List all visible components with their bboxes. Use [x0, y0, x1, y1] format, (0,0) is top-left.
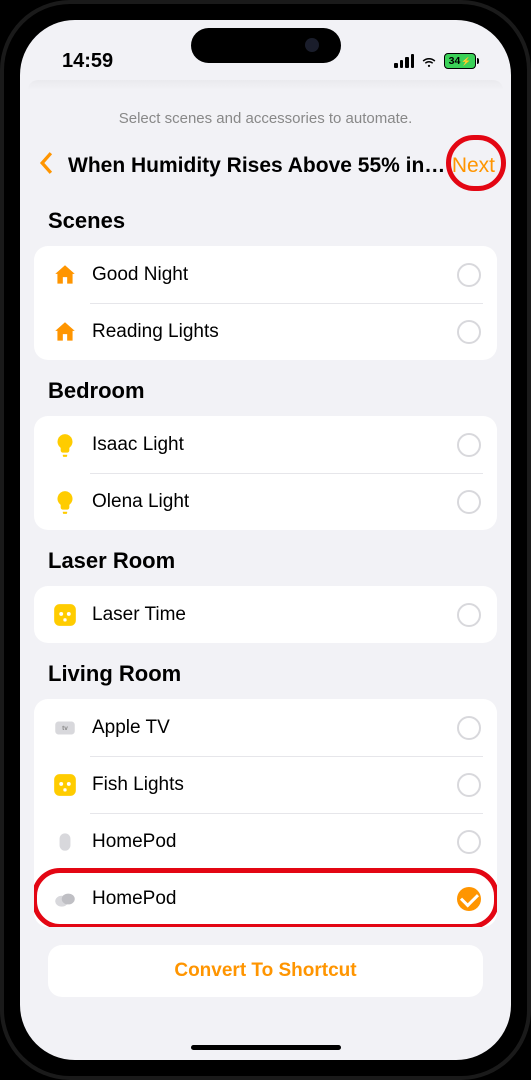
- house-icon: [50, 260, 80, 290]
- row-label: HomePod: [92, 888, 457, 910]
- radio-unselected[interactable]: [457, 830, 481, 854]
- living-homepod-1[interactable]: HomePod: [34, 813, 497, 870]
- radio-unselected[interactable]: [457, 433, 481, 457]
- radio-selected[interactable]: [457, 887, 481, 911]
- outlet-icon: [50, 770, 80, 800]
- wifi-icon: [420, 52, 438, 70]
- sheet-grab: [28, 80, 503, 90]
- notch: [191, 28, 341, 63]
- back-button[interactable]: [30, 151, 62, 180]
- row-label: Laser Time: [92, 604, 457, 626]
- home-indicator: [191, 1045, 341, 1050]
- next-button[interactable]: Next: [452, 154, 499, 178]
- radio-unselected[interactable]: [457, 716, 481, 740]
- battery-icon: 34⚡: [444, 53, 479, 69]
- content: Scenes Good Night Reading Lights: [20, 190, 511, 1015]
- living-homepod-2[interactable]: HomePod: [34, 870, 497, 927]
- bulb-icon: [50, 430, 80, 460]
- outlet-icon: [50, 600, 80, 630]
- convert-wrap: Convert To Shortcut: [34, 927, 497, 1015]
- bedroom-isaac-light[interactable]: Isaac Light: [34, 416, 497, 473]
- radio-unselected[interactable]: [457, 773, 481, 797]
- section-title-bedroom: Bedroom: [34, 360, 497, 416]
- status-time: 14:59: [62, 50, 113, 73]
- nav-title: When Humidity Rises Above 55% in Li..: [62, 154, 452, 178]
- section-title-scenes: Scenes: [34, 190, 497, 246]
- apple-tv-icon: tv: [50, 713, 80, 743]
- radio-unselected[interactable]: [457, 490, 481, 514]
- phone-frame: 14:59 34⚡ Select scenes and accessories …: [0, 0, 531, 1080]
- convert-to-shortcut-button[interactable]: Convert To Shortcut: [48, 945, 483, 997]
- row-label: Fish Lights: [92, 774, 457, 796]
- cellular-icon: [394, 54, 414, 68]
- living-fish-lights[interactable]: Fish Lights: [34, 756, 497, 813]
- section-title-living: Living Room: [34, 643, 497, 699]
- scenes-card: Good Night Reading Lights: [34, 246, 497, 360]
- bulb-icon: [50, 487, 80, 517]
- subtitle: Select scenes and accessories to automat…: [20, 90, 511, 143]
- laser-time[interactable]: Laser Time: [34, 586, 497, 643]
- row-label: Isaac Light: [92, 434, 457, 456]
- radio-unselected[interactable]: [457, 320, 481, 344]
- bedroom-card: Isaac Light Olena Light: [34, 416, 497, 530]
- homepod-icon: [50, 827, 80, 857]
- homepod-mini-icon: [50, 884, 80, 914]
- living-apple-tv[interactable]: tv Apple TV: [34, 699, 497, 756]
- nav-bar: When Humidity Rises Above 55% in Li.. Ne…: [20, 143, 511, 190]
- screen: 14:59 34⚡ Select scenes and accessories …: [20, 20, 511, 1060]
- living-card: tv Apple TV Fish Lights HomePod: [34, 699, 497, 927]
- row-label: Reading Lights: [92, 321, 457, 343]
- row-label: Apple TV: [92, 717, 457, 739]
- svg-text:tv: tv: [62, 725, 68, 732]
- chevron-left-icon: [39, 151, 54, 175]
- radio-unselected[interactable]: [457, 603, 481, 627]
- laser-card: Laser Time: [34, 586, 497, 643]
- bedroom-olena-light[interactable]: Olena Light: [34, 473, 497, 530]
- row-label: Good Night: [92, 264, 457, 286]
- row-label: Olena Light: [92, 491, 457, 513]
- scene-good-night[interactable]: Good Night: [34, 246, 497, 303]
- house-icon: [50, 317, 80, 347]
- radio-unselected[interactable]: [457, 263, 481, 287]
- section-title-laser: Laser Room: [34, 530, 497, 586]
- scene-reading-lights[interactable]: Reading Lights: [34, 303, 497, 360]
- status-icons: 34⚡: [394, 52, 479, 70]
- row-label: HomePod: [92, 831, 457, 853]
